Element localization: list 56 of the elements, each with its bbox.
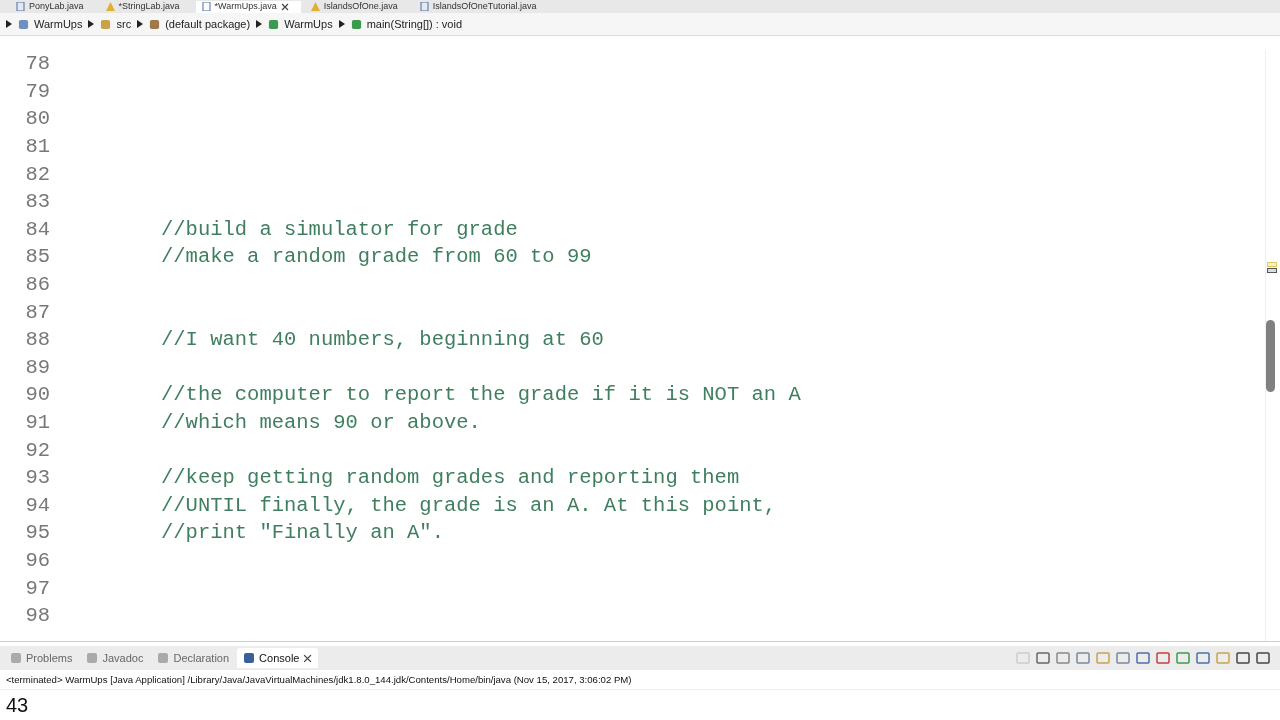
code-comment: //UNTIL finally, the grade is an A. At this point, <box>161 493 777 517</box>
breadcrumb-label: src <box>116 18 132 30</box>
line-number: 89 <box>24 355 50 379</box>
line-number: 83 <box>24 190 50 214</box>
line-number: 80 <box>24 107 50 131</box>
breadcrumb-label: WarmUps <box>284 18 333 30</box>
editor-tab[interactable]: *WarmUps.java <box>195 1 301 13</box>
view-tab[interactable]: Javadoc <box>80 648 150 668</box>
breadcrumb-label: WarmUps <box>34 18 83 30</box>
line-number: 90 <box>24 383 50 407</box>
view-tab[interactable]: Problems <box>4 648 79 668</box>
caret-icon <box>256 20 263 28</box>
line-number: 84 <box>24 217 50 241</box>
view-tab[interactable]: Declaration <box>151 648 236 668</box>
line-number: 81 <box>24 135 50 159</box>
caret-icon <box>137 20 144 28</box>
line-number: 78 <box>24 52 50 76</box>
line-number: 87 <box>24 300 50 324</box>
line-number: 79 <box>24 79 50 103</box>
code-comment: //the computer to report the grade if it is NOT an A <box>161 383 801 407</box>
editor-tab[interactable]: IslandsOfOneTutorial.java <box>413 1 549 13</box>
code-comment: //I want 40 numbers, beginning at 60 <box>161 328 604 352</box>
caret-icon <box>338 20 345 28</box>
caret-icon <box>88 20 95 28</box>
line-number: 88 <box>24 328 50 352</box>
line-number: 98 <box>24 604 50 628</box>
line-number: 92 <box>24 438 50 462</box>
breadcrumb-label: (default package) <box>165 18 251 30</box>
line-number: 86 <box>24 273 50 297</box>
view-tab[interactable]: Console <box>237 648 319 668</box>
code-comment: //print "Finally an A". <box>161 521 444 545</box>
line-number: 85 <box>24 245 50 269</box>
code-comment: //keep getting random grades and reporting them <box>161 466 740 490</box>
scrollbar-thumb[interactable] <box>1266 320 1275 392</box>
close-icon[interactable] <box>303 653 313 663</box>
line-number: 93 <box>24 466 50 490</box>
line-number: 97 <box>24 576 50 600</box>
editor-tab[interactable]: PonyLab.java <box>10 1 96 13</box>
line-number: 82 <box>24 162 50 186</box>
editor-tab[interactable]: IslandsOfOne.java <box>304 1 410 13</box>
breadcrumb-item[interactable]: WarmUps <box>18 18 83 30</box>
code-comment: //which means 90 or above. <box>161 411 481 434</box>
breadcrumb-item[interactable]: (default package) <box>149 18 251 30</box>
code-comment: //make a random grade from 60 to 99 <box>161 245 592 269</box>
line-number: 95 <box>24 521 50 545</box>
line-number: 96 <box>24 549 50 572</box>
console-output: 43 <box>5 693 30 718</box>
code-comment: //build a simulator for grade <box>161 217 518 241</box>
breadcrumb-item[interactable]: src <box>100 18 132 30</box>
editor-tab[interactable]: *StringLab.java <box>99 1 192 13</box>
breadcrumb-item[interactable]: WarmUps <box>268 18 333 30</box>
caret-icon <box>6 20 12 28</box>
console-header: <terminated> WarmUps [Java Application] /Library/Java/JavaVirtualMachines/jdk1.8.0_144.jdk/Contents/Home/bin/java (Nov 15, 2017, 3:06:02 PM) <box>0 670 1280 690</box>
line-number: 94 <box>24 493 50 517</box>
close-icon[interactable] <box>280 2 289 11</box>
line-number: 91 <box>24 411 50 434</box>
